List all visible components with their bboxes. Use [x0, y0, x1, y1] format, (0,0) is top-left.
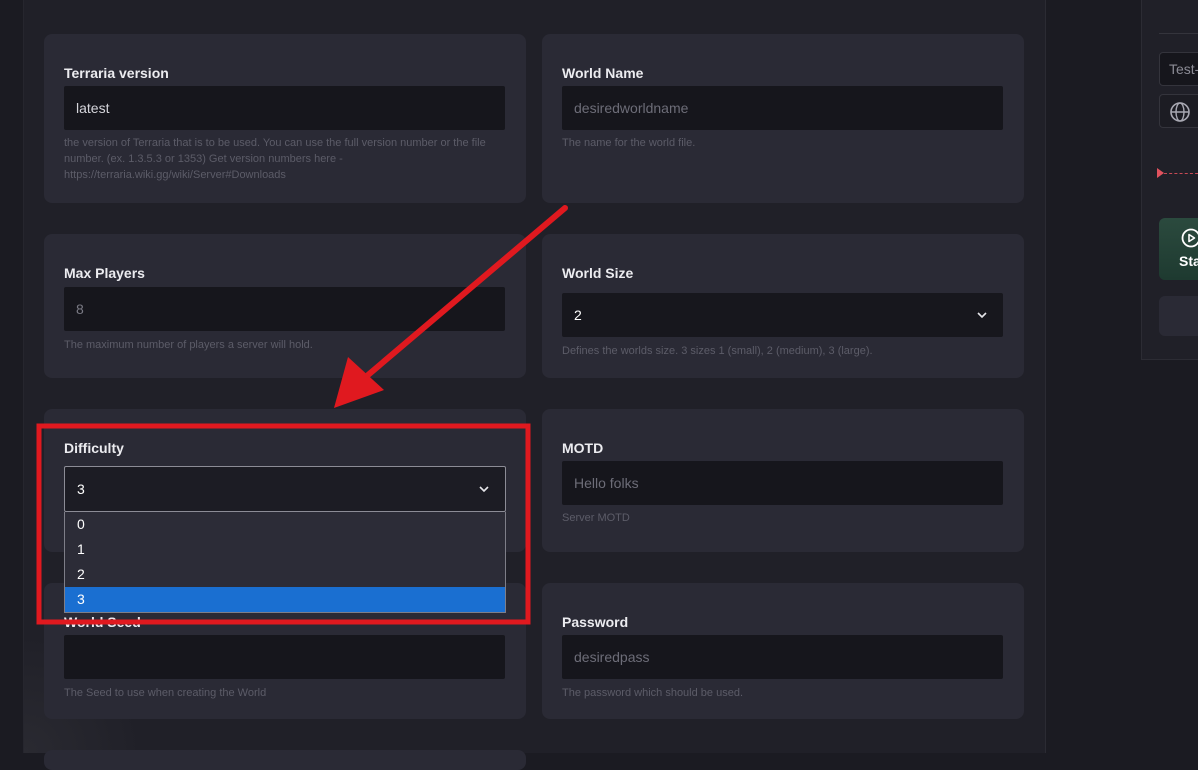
max-players-card: Max Players 8 The maximum number of play…: [44, 234, 526, 378]
difficulty-options-list: 0 1 2 3: [64, 512, 506, 613]
motd-description: Server MOTD: [562, 510, 1007, 526]
start-button[interactable]: Sta: [1159, 218, 1198, 280]
motd-label: MOTD: [562, 440, 603, 456]
panel-divider: [1159, 33, 1198, 34]
world-name-description: The name for the world file.: [562, 135, 1007, 151]
max-players-description: The maximum number of players a server w…: [64, 337, 509, 353]
start-button-label: Sta: [1179, 253, 1198, 269]
chevron-down-icon: [975, 308, 989, 322]
password-placeholder: desiredpass: [574, 649, 650, 665]
chevron-down-icon: [477, 482, 491, 496]
difficulty-option-0[interactable]: 0: [65, 512, 505, 537]
motd-placeholder: Hello folks: [574, 475, 639, 491]
difficulty-option-2[interactable]: 2: [65, 562, 505, 587]
terraria-version-label: Terraria version: [64, 65, 169, 81]
secondary-button[interactable]: [1159, 296, 1198, 336]
world-seed-label: World Seed: [64, 614, 141, 630]
world-name-placeholder: desiredworldname: [574, 100, 688, 116]
password-label: Password: [562, 614, 628, 630]
motd-card: MOTD Hello folks Server MOTD: [542, 409, 1024, 552]
world-size-value: 2: [574, 307, 582, 323]
terraria-version-input[interactable]: latest: [64, 86, 505, 130]
globe-icon: [1169, 101, 1191, 123]
world-seed-input[interactable]: [64, 635, 505, 679]
world-name-label: World Name: [562, 65, 643, 81]
next-card: [44, 750, 526, 770]
max-players-value: 8: [76, 301, 84, 317]
world-size-select[interactable]: 2: [562, 293, 1003, 337]
status-timeline: [1164, 173, 1198, 174]
server-side-panel: Test- Sta: [1141, 0, 1198, 360]
world-size-card: World Size 2 Defines the worlds size. 3 …: [542, 234, 1024, 378]
password-card: Password desiredpass The password which …: [542, 583, 1024, 719]
difficulty-label: Difficulty: [64, 440, 124, 456]
world-size-description: Defines the worlds size. 3 sizes 1 (smal…: [562, 343, 1007, 359]
status-marker-icon: [1157, 168, 1164, 178]
world-size-label: World Size: [562, 265, 633, 281]
motd-input[interactable]: Hello folks: [562, 461, 1003, 505]
server-name-input[interactable]: Test-: [1159, 52, 1198, 86]
difficulty-select[interactable]: 3: [64, 466, 506, 512]
max-players-input[interactable]: 8: [64, 287, 505, 331]
world-name-input[interactable]: desiredworldname: [562, 86, 1003, 130]
terraria-version-value: latest: [76, 100, 109, 116]
world-seed-description: The Seed to use when creating the World: [64, 685, 509, 701]
globe-button[interactable]: [1159, 94, 1198, 128]
password-input[interactable]: desiredpass: [562, 635, 1003, 679]
terraria-version-card: Terraria version latest the version of T…: [44, 34, 526, 203]
play-icon: [1181, 228, 1198, 248]
difficulty-option-1[interactable]: 1: [65, 537, 505, 562]
difficulty-value: 3: [77, 481, 85, 497]
difficulty-option-3[interactable]: 3: [65, 587, 505, 612]
max-players-label: Max Players: [64, 265, 145, 281]
terraria-version-description: the version of Terraria that is to be us…: [64, 135, 509, 183]
world-name-card: World Name desiredworldname The name for…: [542, 34, 1024, 203]
password-description: The password which should be used.: [562, 685, 1007, 701]
